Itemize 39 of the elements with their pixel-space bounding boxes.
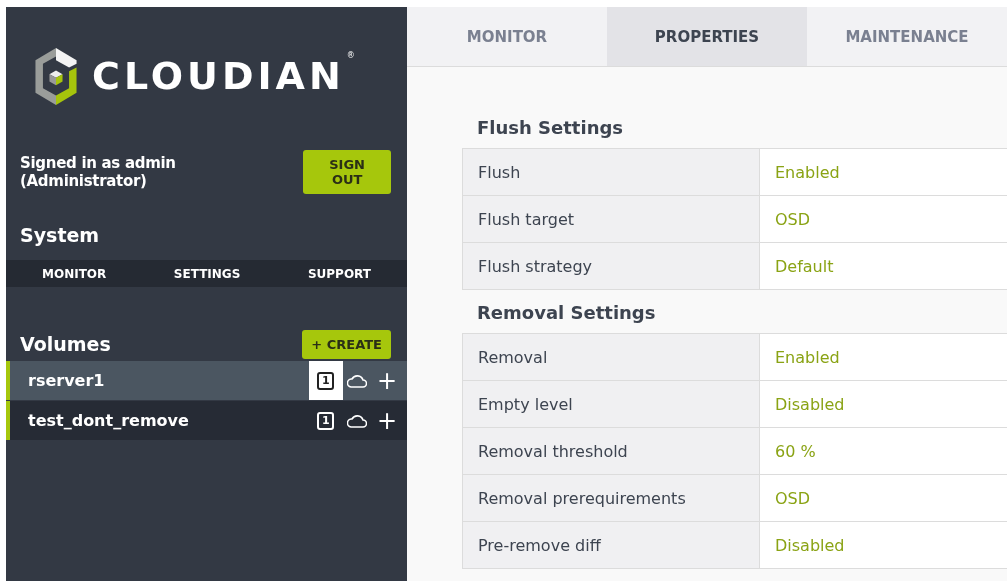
section-title: Volumes xyxy=(20,333,111,355)
volume-item[interactable]: test_dont_remove 1 + xyxy=(6,401,407,440)
registered-mark: ® xyxy=(346,51,355,60)
property-label: Flush xyxy=(463,149,760,195)
property-label: Removal threshold xyxy=(463,428,760,474)
tab[interactable]: MAINTENANCE xyxy=(807,7,1007,66)
section-heading: Removal Settings xyxy=(476,302,657,325)
tab[interactable]: MONITOR xyxy=(407,7,607,66)
nav-link[interactable]: SUPPORT xyxy=(307,266,371,281)
nav-link[interactable]: SETTINGS xyxy=(173,266,241,281)
signed-in-text: Signed in as admin (Administrator) xyxy=(20,154,177,190)
number-badge-icon[interactable]: 1 xyxy=(317,371,335,390)
property-value: Disabled xyxy=(760,522,1007,568)
property-value: OSD xyxy=(760,475,1007,521)
property-label: Flush target xyxy=(463,196,760,242)
add-icon[interactable]: + xyxy=(376,368,397,393)
number-badge-icon[interactable]: 1 xyxy=(317,411,335,430)
volume-item[interactable]: rserver1 1 + xyxy=(6,361,407,400)
property-label: Removal prerequirements xyxy=(463,475,760,521)
logo-wordmark: CLOUDIAN xyxy=(92,54,345,98)
create-button[interactable]: + CREATE xyxy=(302,329,391,359)
property-value: OSD xyxy=(760,196,1007,242)
cloud-icon[interactable] xyxy=(346,413,367,428)
section-title: System xyxy=(19,224,101,246)
property-value: 60 % xyxy=(760,428,1007,474)
property-label: Pre-remove diff xyxy=(463,522,760,568)
property-value: Enabled xyxy=(760,149,1007,195)
sign-out-button[interactable]: SIGN OUT xyxy=(303,150,391,194)
property-value: Disabled xyxy=(760,381,1007,427)
nav-link[interactable]: MONITOR xyxy=(42,266,107,281)
property-label: Flush strategy xyxy=(463,243,760,289)
cloud-icon[interactable] xyxy=(346,373,367,388)
property-label: Empty level xyxy=(463,381,760,427)
section-heading: Flush Settings xyxy=(476,117,625,140)
add-icon[interactable]: + xyxy=(376,408,397,433)
property-value: Enabled xyxy=(760,334,1007,380)
property-value: Default xyxy=(760,243,1007,289)
tab[interactable]: PROPERTIES xyxy=(607,7,807,66)
property-label: Removal xyxy=(463,334,760,380)
